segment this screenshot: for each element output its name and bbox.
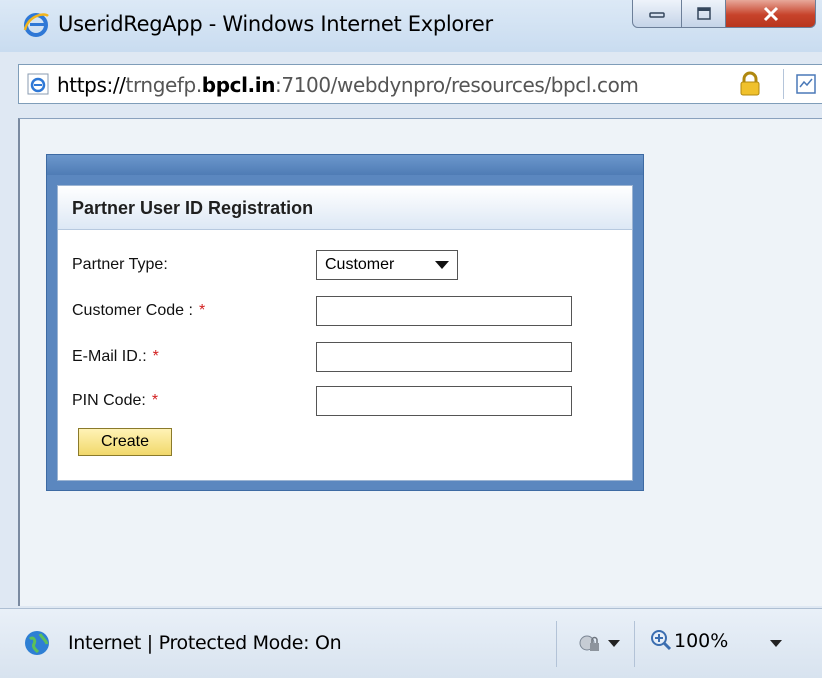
panel-top-band	[47, 155, 643, 175]
maximize-button[interactable]	[682, 0, 726, 28]
pin-code-field[interactable]	[316, 386, 572, 416]
url-host-domain: bpcl.in	[201, 73, 276, 97]
url-host-prefix: trngefp.	[125, 73, 203, 97]
title-bar: UseridRegApp - Windows Internet Explorer	[0, 0, 822, 52]
window-title: UseridRegApp - Windows Internet Explorer	[58, 12, 493, 36]
minimize-button[interactable]	[632, 0, 682, 28]
globe-icon	[25, 631, 49, 655]
address-url[interactable]: https://trngefp.bpcl.in:7100/webdynpro/r…	[57, 73, 639, 97]
form-title: Partner User ID Registration	[72, 198, 314, 218]
status-divider	[556, 621, 557, 667]
customer-code-label-row: Customer Code : *	[72, 302, 205, 320]
zoom-level[interactable]: 100%	[674, 630, 728, 652]
chevron-down-icon[interactable]	[608, 640, 620, 647]
status-bar: Internet | Protected Mode: On 100%	[0, 608, 822, 678]
address-divider	[783, 69, 784, 99]
minimize-icon	[649, 11, 665, 18]
email-field[interactable]	[316, 342, 572, 372]
close-icon	[763, 6, 778, 21]
email-label-row: E-Mail ID.: *	[72, 348, 159, 366]
lock-icon[interactable]	[737, 71, 763, 97]
internet-explorer-icon	[23, 13, 49, 37]
required-marker: *	[151, 392, 159, 409]
partner-type-select[interactable]: Customer	[316, 250, 458, 280]
chevron-down-icon	[435, 261, 449, 269]
required-marker: *	[198, 302, 206, 319]
pin-label-row: PIN Code: *	[72, 392, 158, 410]
pin-label: PIN Code:	[72, 392, 146, 409]
window-controls	[632, 0, 816, 30]
customer-code-label: Customer Code :	[72, 302, 193, 319]
partner-type-value: Customer	[325, 256, 395, 273]
security-zone-status[interactable]: Internet | Protected Mode: On	[68, 632, 342, 654]
chevron-down-icon[interactable]	[770, 640, 782, 647]
protected-mode-icon[interactable]	[578, 631, 602, 655]
customer-code-field[interactable]	[316, 296, 572, 326]
required-marker: *	[152, 348, 159, 365]
status-divider	[634, 621, 635, 667]
ie-page-icon	[27, 73, 49, 95]
compatibility-view-icon[interactable]	[795, 73, 817, 95]
close-button[interactable]	[726, 0, 816, 28]
maximize-icon	[696, 6, 711, 20]
registration-form: Partner User ID Registration Partner Typ…	[57, 185, 633, 481]
partner-type-label: Partner Type:	[72, 256, 168, 273]
form-header: Partner User ID Registration	[58, 186, 632, 230]
create-button[interactable]: Create	[78, 428, 172, 456]
email-label: E-Mail ID.:	[72, 348, 147, 365]
registration-panel: Partner User ID Registration Partner Typ…	[46, 154, 644, 491]
url-scheme: https://	[57, 73, 126, 97]
address-bar[interactable]: https://trngefp.bpcl.in:7100/webdynpro/r…	[18, 64, 822, 104]
url-path: :7100/webdynpro/resources/bpcl.com	[275, 73, 639, 97]
zoom-icon[interactable]	[650, 629, 672, 651]
